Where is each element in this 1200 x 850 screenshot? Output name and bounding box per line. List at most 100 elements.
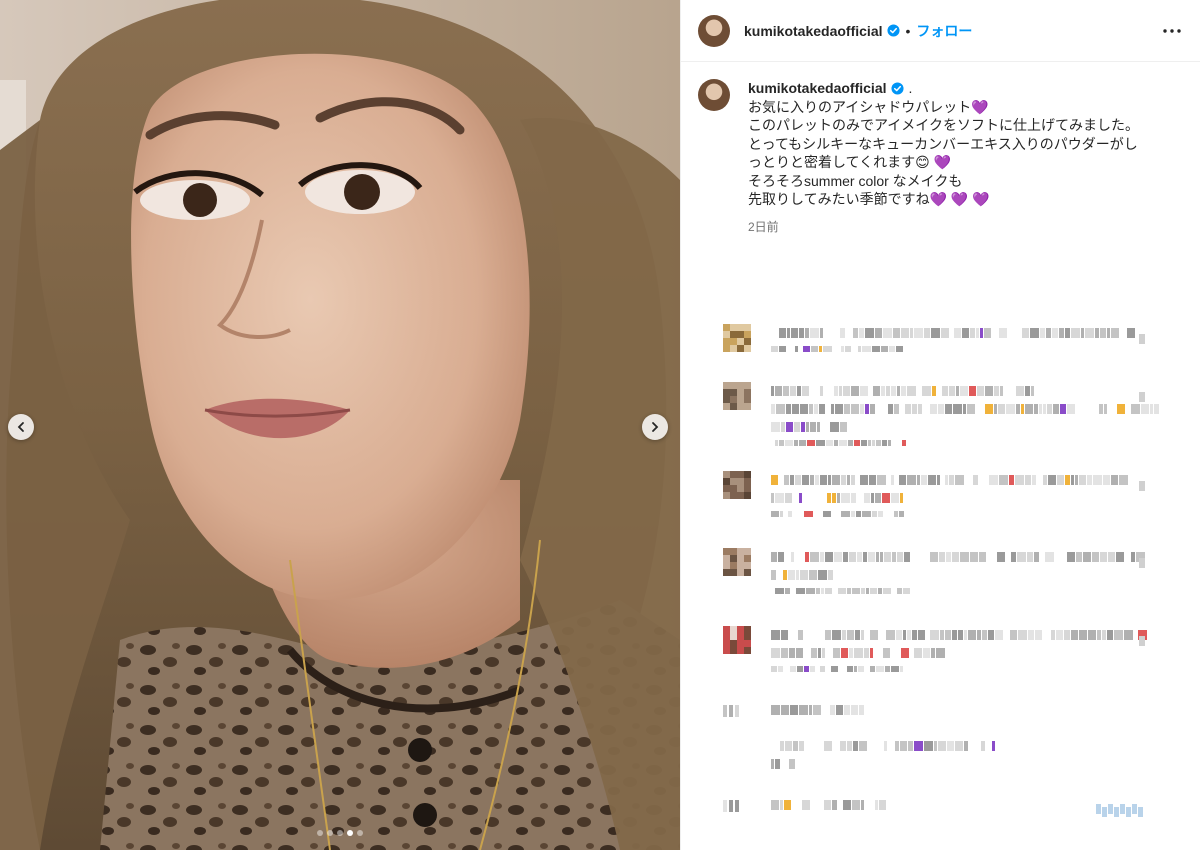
blurred-text-cell bbox=[868, 440, 871, 446]
blurred-avatar-cell bbox=[723, 633, 730, 640]
blurred-text-cell bbox=[865, 328, 874, 338]
blurred-text-cell bbox=[907, 386, 916, 396]
blurred-text-cell bbox=[861, 630, 864, 640]
blurred-avatar-cell bbox=[737, 345, 744, 352]
blurred-avatar-cell bbox=[744, 626, 751, 633]
blurred-text-cell bbox=[818, 570, 827, 580]
blurred-avatar-cell bbox=[737, 396, 744, 403]
username-link[interactable]: kumikotakedaofficial bbox=[744, 23, 883, 39]
blurred-text-cell bbox=[861, 800, 864, 810]
blurred-text-cell bbox=[831, 666, 838, 672]
blurred-text-cell bbox=[998, 404, 1005, 414]
blurred-text-cell bbox=[891, 386, 896, 396]
blurred-text-cell bbox=[859, 328, 864, 338]
blurred-text-cell bbox=[799, 741, 804, 751]
blurred-text-cell bbox=[779, 440, 784, 446]
blurred-avatar-cell bbox=[737, 403, 744, 410]
blurred-avatar-cell bbox=[723, 345, 730, 352]
blurred-text-cell bbox=[997, 552, 1005, 562]
blurred-text-cell bbox=[1081, 328, 1084, 338]
blurred-avatar-cell bbox=[737, 382, 744, 389]
blurred-text-cell bbox=[1088, 630, 1096, 640]
blurred-avatar-cell bbox=[730, 640, 737, 647]
blurred-text-cell bbox=[828, 570, 833, 580]
blurred-text-cell bbox=[914, 741, 923, 751]
blurred-text-cell bbox=[1018, 630, 1027, 640]
blurred-text-cell bbox=[1085, 328, 1094, 338]
blurred-text-cell bbox=[816, 588, 820, 594]
blurred-text-cell bbox=[818, 648, 821, 658]
blurred-avatar-cell bbox=[723, 478, 730, 485]
carousel-dot bbox=[327, 830, 333, 836]
follow-button[interactable]: フォロー bbox=[916, 21, 972, 41]
caption-avatar[interactable] bbox=[698, 79, 730, 111]
blurred-text-cell bbox=[1000, 386, 1003, 396]
blurred-avatar-cell bbox=[744, 471, 751, 478]
blurred-avatar-cell bbox=[737, 331, 744, 338]
blurred-text-cell bbox=[789, 759, 795, 769]
blurred-avatar-cell bbox=[723, 331, 730, 338]
blurred-text-cell bbox=[853, 328, 858, 338]
blurred-text-cell bbox=[870, 630, 878, 640]
blurred-text-cell bbox=[802, 800, 810, 810]
blurred-avatar-cell bbox=[730, 633, 737, 640]
blurred-avatar-cell bbox=[723, 324, 730, 331]
blurred-text-cell bbox=[861, 588, 865, 594]
blurred-text-cell bbox=[912, 630, 917, 640]
blurred-text-cell bbox=[811, 346, 818, 352]
blurred-text-cell bbox=[1102, 630, 1106, 640]
blurred-text-cell bbox=[872, 511, 877, 517]
blurred-text-cell bbox=[931, 648, 935, 658]
carousel-prev-button[interactable] bbox=[8, 414, 34, 440]
blurred-text-cell bbox=[1132, 804, 1137, 814]
verified-badge-icon bbox=[886, 24, 900, 37]
blurred-text-cell bbox=[841, 475, 846, 485]
blurred-text-cell bbox=[982, 630, 987, 640]
blurred-text-cell bbox=[797, 666, 803, 672]
caption-username[interactable]: kumikotakedaofficial bbox=[748, 79, 887, 98]
blurred-avatar-cell bbox=[723, 492, 730, 499]
blurred-text-cell bbox=[838, 588, 846, 594]
blurred-text-cell bbox=[786, 404, 791, 414]
blurred-text-cell bbox=[859, 705, 864, 715]
blurred-text-cell bbox=[1016, 404, 1020, 414]
blurred-text-cell bbox=[921, 475, 927, 485]
blurred-text-cell bbox=[791, 328, 798, 338]
blurred-avatar-cell bbox=[744, 562, 751, 569]
blurred-text-cell bbox=[902, 440, 906, 446]
blurred-text-cell bbox=[960, 386, 968, 396]
blurred-text-cell bbox=[1035, 630, 1042, 640]
blurred-text-cell bbox=[994, 404, 997, 414]
blurred-text-cell bbox=[934, 741, 937, 751]
blurred-text-cell bbox=[885, 666, 890, 672]
blurred-text-cell bbox=[1108, 804, 1113, 814]
blurred-avatar-cell bbox=[723, 562, 730, 569]
blurred-avatar-cell bbox=[737, 478, 744, 485]
blurred-text-cell bbox=[784, 475, 789, 485]
more-options-button[interactable] bbox=[1160, 19, 1184, 43]
blurred-text-cell bbox=[843, 800, 851, 810]
blurred-text-cell bbox=[824, 800, 831, 810]
blurred-text-cell bbox=[1071, 475, 1074, 485]
blurred-text-cell bbox=[967, 404, 975, 414]
blurred-text-cell bbox=[840, 328, 845, 338]
post-timestamp[interactable]: 2日前 bbox=[748, 218, 1139, 237]
blurred-text-cell bbox=[851, 404, 859, 414]
blurred-text-cell bbox=[1126, 807, 1131, 817]
blurred-text-cell bbox=[1028, 630, 1034, 640]
blurred-text-cell bbox=[852, 800, 860, 810]
blurred-text-cell bbox=[964, 741, 968, 751]
avatar[interactable] bbox=[698, 14, 730, 47]
blurred-text-cell bbox=[955, 741, 963, 751]
carousel-next-button[interactable] bbox=[642, 414, 668, 440]
blurred-text-cell bbox=[864, 648, 869, 658]
blurred-text-cell bbox=[798, 630, 803, 640]
blurred-avatar-cell bbox=[744, 478, 751, 485]
blurred-text-cell bbox=[803, 346, 810, 352]
blurred-text-cell bbox=[860, 475, 868, 485]
blurred-text-cell bbox=[804, 666, 809, 672]
blurred-avatar-cell bbox=[744, 647, 751, 654]
blurred-text-cell bbox=[1096, 804, 1101, 814]
blurred-text-cell bbox=[1046, 328, 1051, 338]
blurred-text-cell bbox=[847, 630, 854, 640]
